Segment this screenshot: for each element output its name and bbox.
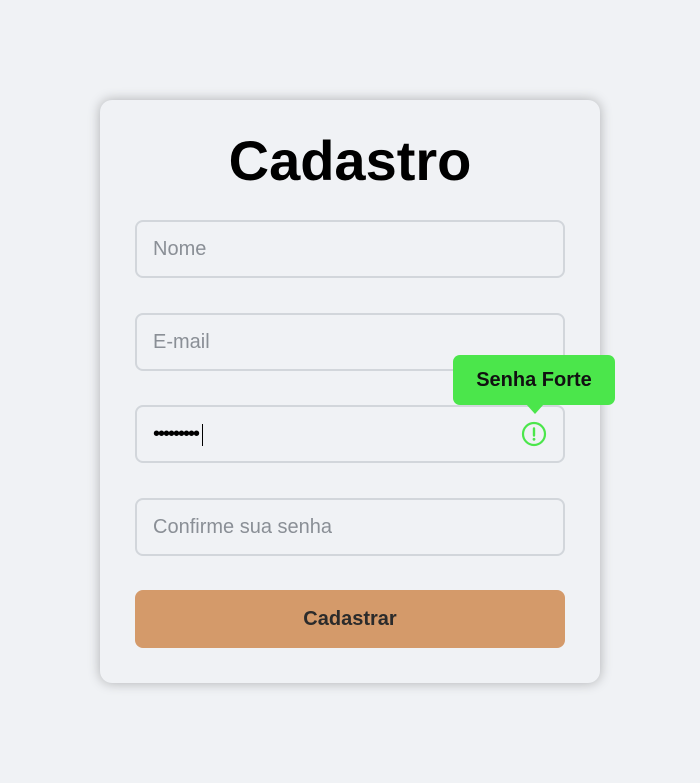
password-strength-tooltip: Senha Forte [453, 355, 615, 414]
alert-circle-icon [521, 421, 547, 447]
name-field[interactable] [135, 220, 565, 278]
page-title: Cadastro [228, 129, 472, 192]
signup-submit-button[interactable]: Cadastrar [135, 590, 565, 648]
password-masked-value: ••••••••• [153, 423, 200, 445]
text-caret [202, 423, 204, 446]
password-input[interactable]: ••••••••• [153, 407, 204, 461]
name-input[interactable] [137, 222, 563, 276]
confirm-password-field[interactable] [135, 498, 565, 556]
confirm-password-input[interactable] [137, 500, 563, 554]
password-field[interactable]: ••••••••• [135, 405, 565, 463]
